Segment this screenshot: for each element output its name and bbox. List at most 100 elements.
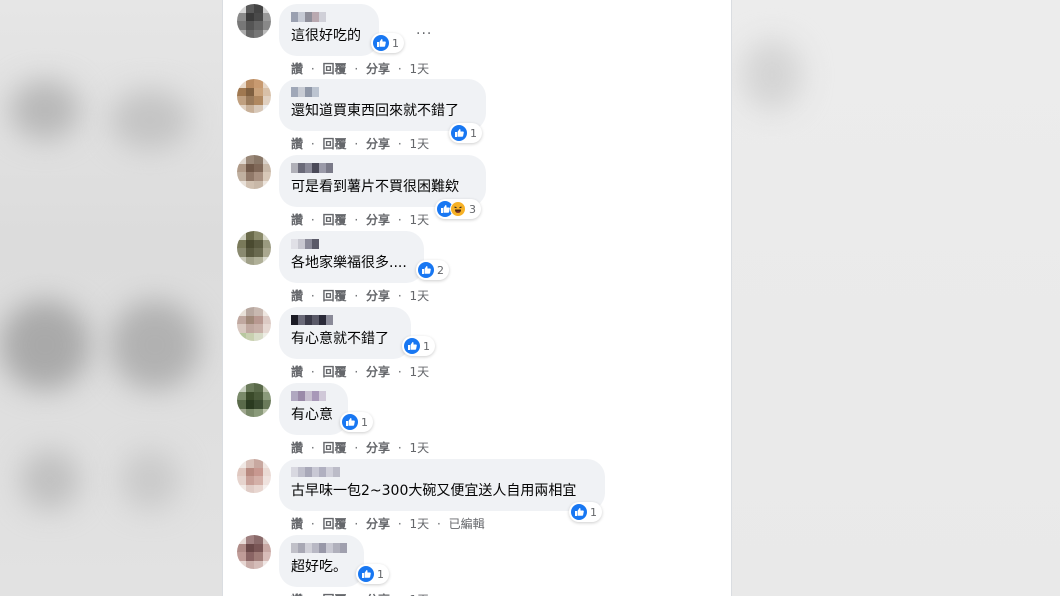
share-button[interactable]: 分享 <box>366 135 390 152</box>
share-button[interactable]: 分享 <box>366 591 390 596</box>
commenter-name-pixelated[interactable] <box>291 543 352 553</box>
comment-text: 可是看到薯片不買很困難欸 <box>291 179 459 195</box>
commenter-name-pixelated[interactable] <box>291 87 474 97</box>
comment-bubble: 有心意就不錯了 <box>279 307 411 359</box>
comment-text: 這很好吃的 <box>291 28 361 44</box>
comment-item: 這很好吃的 1 ··· 讚 · 回覆 · 分享 · 1天 <box>223 4 731 80</box>
separator-dot: · <box>397 365 402 379</box>
reaction-summary[interactable]: 2 <box>416 260 449 280</box>
more-options-icon[interactable]: ··· <box>416 26 432 42</box>
like-icon <box>373 35 389 51</box>
separator-dot: · <box>310 213 315 227</box>
share-button[interactable]: 分享 <box>366 287 390 304</box>
edited-label[interactable]: 已編輯 <box>449 515 485 532</box>
separator-dot: · <box>354 62 359 76</box>
reaction-summary[interactable]: 1 <box>449 123 482 143</box>
commenter-name-pixelated[interactable] <box>291 467 593 477</box>
comment-text: 超好吃。 <box>291 559 347 575</box>
reaction-summary[interactable]: 1 <box>402 336 435 356</box>
commenter-name-pixelated[interactable] <box>291 163 474 173</box>
reaction-summary[interactable]: 1 <box>371 33 404 53</box>
like-button[interactable]: 讚 <box>291 135 303 152</box>
avatar[interactable] <box>237 307 271 341</box>
avatar[interactable] <box>237 383 271 417</box>
like-button[interactable]: 讚 <box>291 591 303 596</box>
timestamp[interactable]: 1天 <box>410 363 430 380</box>
comment-actions: 讚 · 回覆 · 分享 · 1天 <box>291 135 429 152</box>
share-button[interactable]: 分享 <box>366 515 390 532</box>
separator-dot: · <box>397 441 402 455</box>
reaction-count: 1 <box>392 36 399 50</box>
reply-button[interactable]: 回覆 <box>323 439 347 456</box>
separator-dot: · <box>310 517 315 531</box>
timestamp[interactable]: 1天 <box>410 287 430 304</box>
like-button[interactable]: 讚 <box>291 211 303 228</box>
reply-button[interactable]: 回覆 <box>323 515 347 532</box>
separator-dot: · <box>397 289 402 303</box>
avatar[interactable] <box>237 231 271 265</box>
share-button[interactable]: 分享 <box>366 60 390 77</box>
avatar[interactable] <box>237 459 271 493</box>
separator-dot: · <box>354 137 359 151</box>
like-button[interactable]: 讚 <box>291 515 303 532</box>
reply-button[interactable]: 回覆 <box>323 60 347 77</box>
comment-text: 有心意 <box>291 407 333 423</box>
share-button[interactable]: 分享 <box>366 439 390 456</box>
comment-actions: 讚 · 回覆 · 分享 · 1天 <box>291 439 429 456</box>
reply-button[interactable]: 回覆 <box>323 591 347 596</box>
avatar[interactable] <box>237 535 271 569</box>
reaction-count: 1 <box>470 126 477 140</box>
like-button[interactable]: 讚 <box>291 287 303 304</box>
commenter-name-pixelated[interactable] <box>291 315 399 325</box>
comment-text: 有心意就不錯了 <box>291 331 389 347</box>
reaction-count: 1 <box>590 505 597 519</box>
like-button[interactable]: 讚 <box>291 439 303 456</box>
reply-button[interactable]: 回覆 <box>323 287 347 304</box>
reaction-summary[interactable]: 1 <box>569 502 602 522</box>
reaction-count: 2 <box>437 263 444 277</box>
comment-bubble: 這很好吃的 <box>279 4 379 56</box>
like-button[interactable]: 讚 <box>291 60 303 77</box>
timestamp[interactable]: 1天 <box>410 60 430 77</box>
timestamp[interactable]: 1天 <box>410 211 430 228</box>
comment-actions: 讚 · 回覆 · 分享 · 1天 <box>291 591 429 596</box>
comment-actions: 讚 · 回覆 · 分享 · 1天 · 已編輯 <box>291 515 485 532</box>
reply-button[interactable]: 回覆 <box>323 363 347 380</box>
reply-button[interactable]: 回覆 <box>323 211 347 228</box>
separator-dot: · <box>354 289 359 303</box>
comment-item: 還知道買東西回來就不錯了 1 讚 · 回覆 · 分享 · 1天 <box>223 79 731 155</box>
reaction-count: 1 <box>423 339 430 353</box>
timestamp[interactable]: 1天 <box>410 591 430 596</box>
timestamp[interactable]: 1天 <box>410 515 430 532</box>
avatar[interactable] <box>237 79 271 113</box>
reaction-count: 1 <box>377 567 384 581</box>
comment-bubble: 各地家樂福很多.... <box>279 231 424 283</box>
separator-dot: · <box>310 62 315 76</box>
reaction-summary[interactable]: 1 <box>356 564 389 584</box>
share-button[interactable]: 分享 <box>366 363 390 380</box>
separator-dot: · <box>354 441 359 455</box>
like-button[interactable]: 讚 <box>291 363 303 380</box>
comment-text: 古早味一包2~300大碗又便宜送人自用兩相宜 <box>291 483 577 499</box>
timestamp[interactable]: 1天 <box>410 135 430 152</box>
comment-item: 古早味一包2~300大碗又便宜送人自用兩相宜 1 讚 · 回覆 · 分享 · 1… <box>223 459 731 535</box>
like-icon <box>451 125 467 141</box>
comment-item: 超好吃。 1 讚 · 回覆 · 分享 · 1天 <box>223 535 731 596</box>
avatar[interactable] <box>237 4 271 38</box>
commenter-name-pixelated[interactable] <box>291 12 367 22</box>
commenter-name-pixelated[interactable] <box>291 239 412 249</box>
comment-actions: 讚 · 回覆 · 分享 · 1天 <box>291 60 429 77</box>
separator-dot: · <box>310 289 315 303</box>
separator-dot: · <box>397 517 402 531</box>
avatar[interactable] <box>237 155 271 189</box>
like-icon <box>571 504 587 520</box>
reaction-summary[interactable]: 3 <box>435 199 481 219</box>
separator-dot: · <box>310 441 315 455</box>
reaction-summary[interactable]: 1 <box>340 412 373 432</box>
commenter-name-pixelated[interactable] <box>291 391 336 401</box>
comment-text: 各地家樂福很多.... <box>291 255 407 271</box>
share-button[interactable]: 分享 <box>366 211 390 228</box>
timestamp[interactable]: 1天 <box>410 439 430 456</box>
reply-button[interactable]: 回覆 <box>323 135 347 152</box>
separator-dot: · <box>436 517 441 531</box>
